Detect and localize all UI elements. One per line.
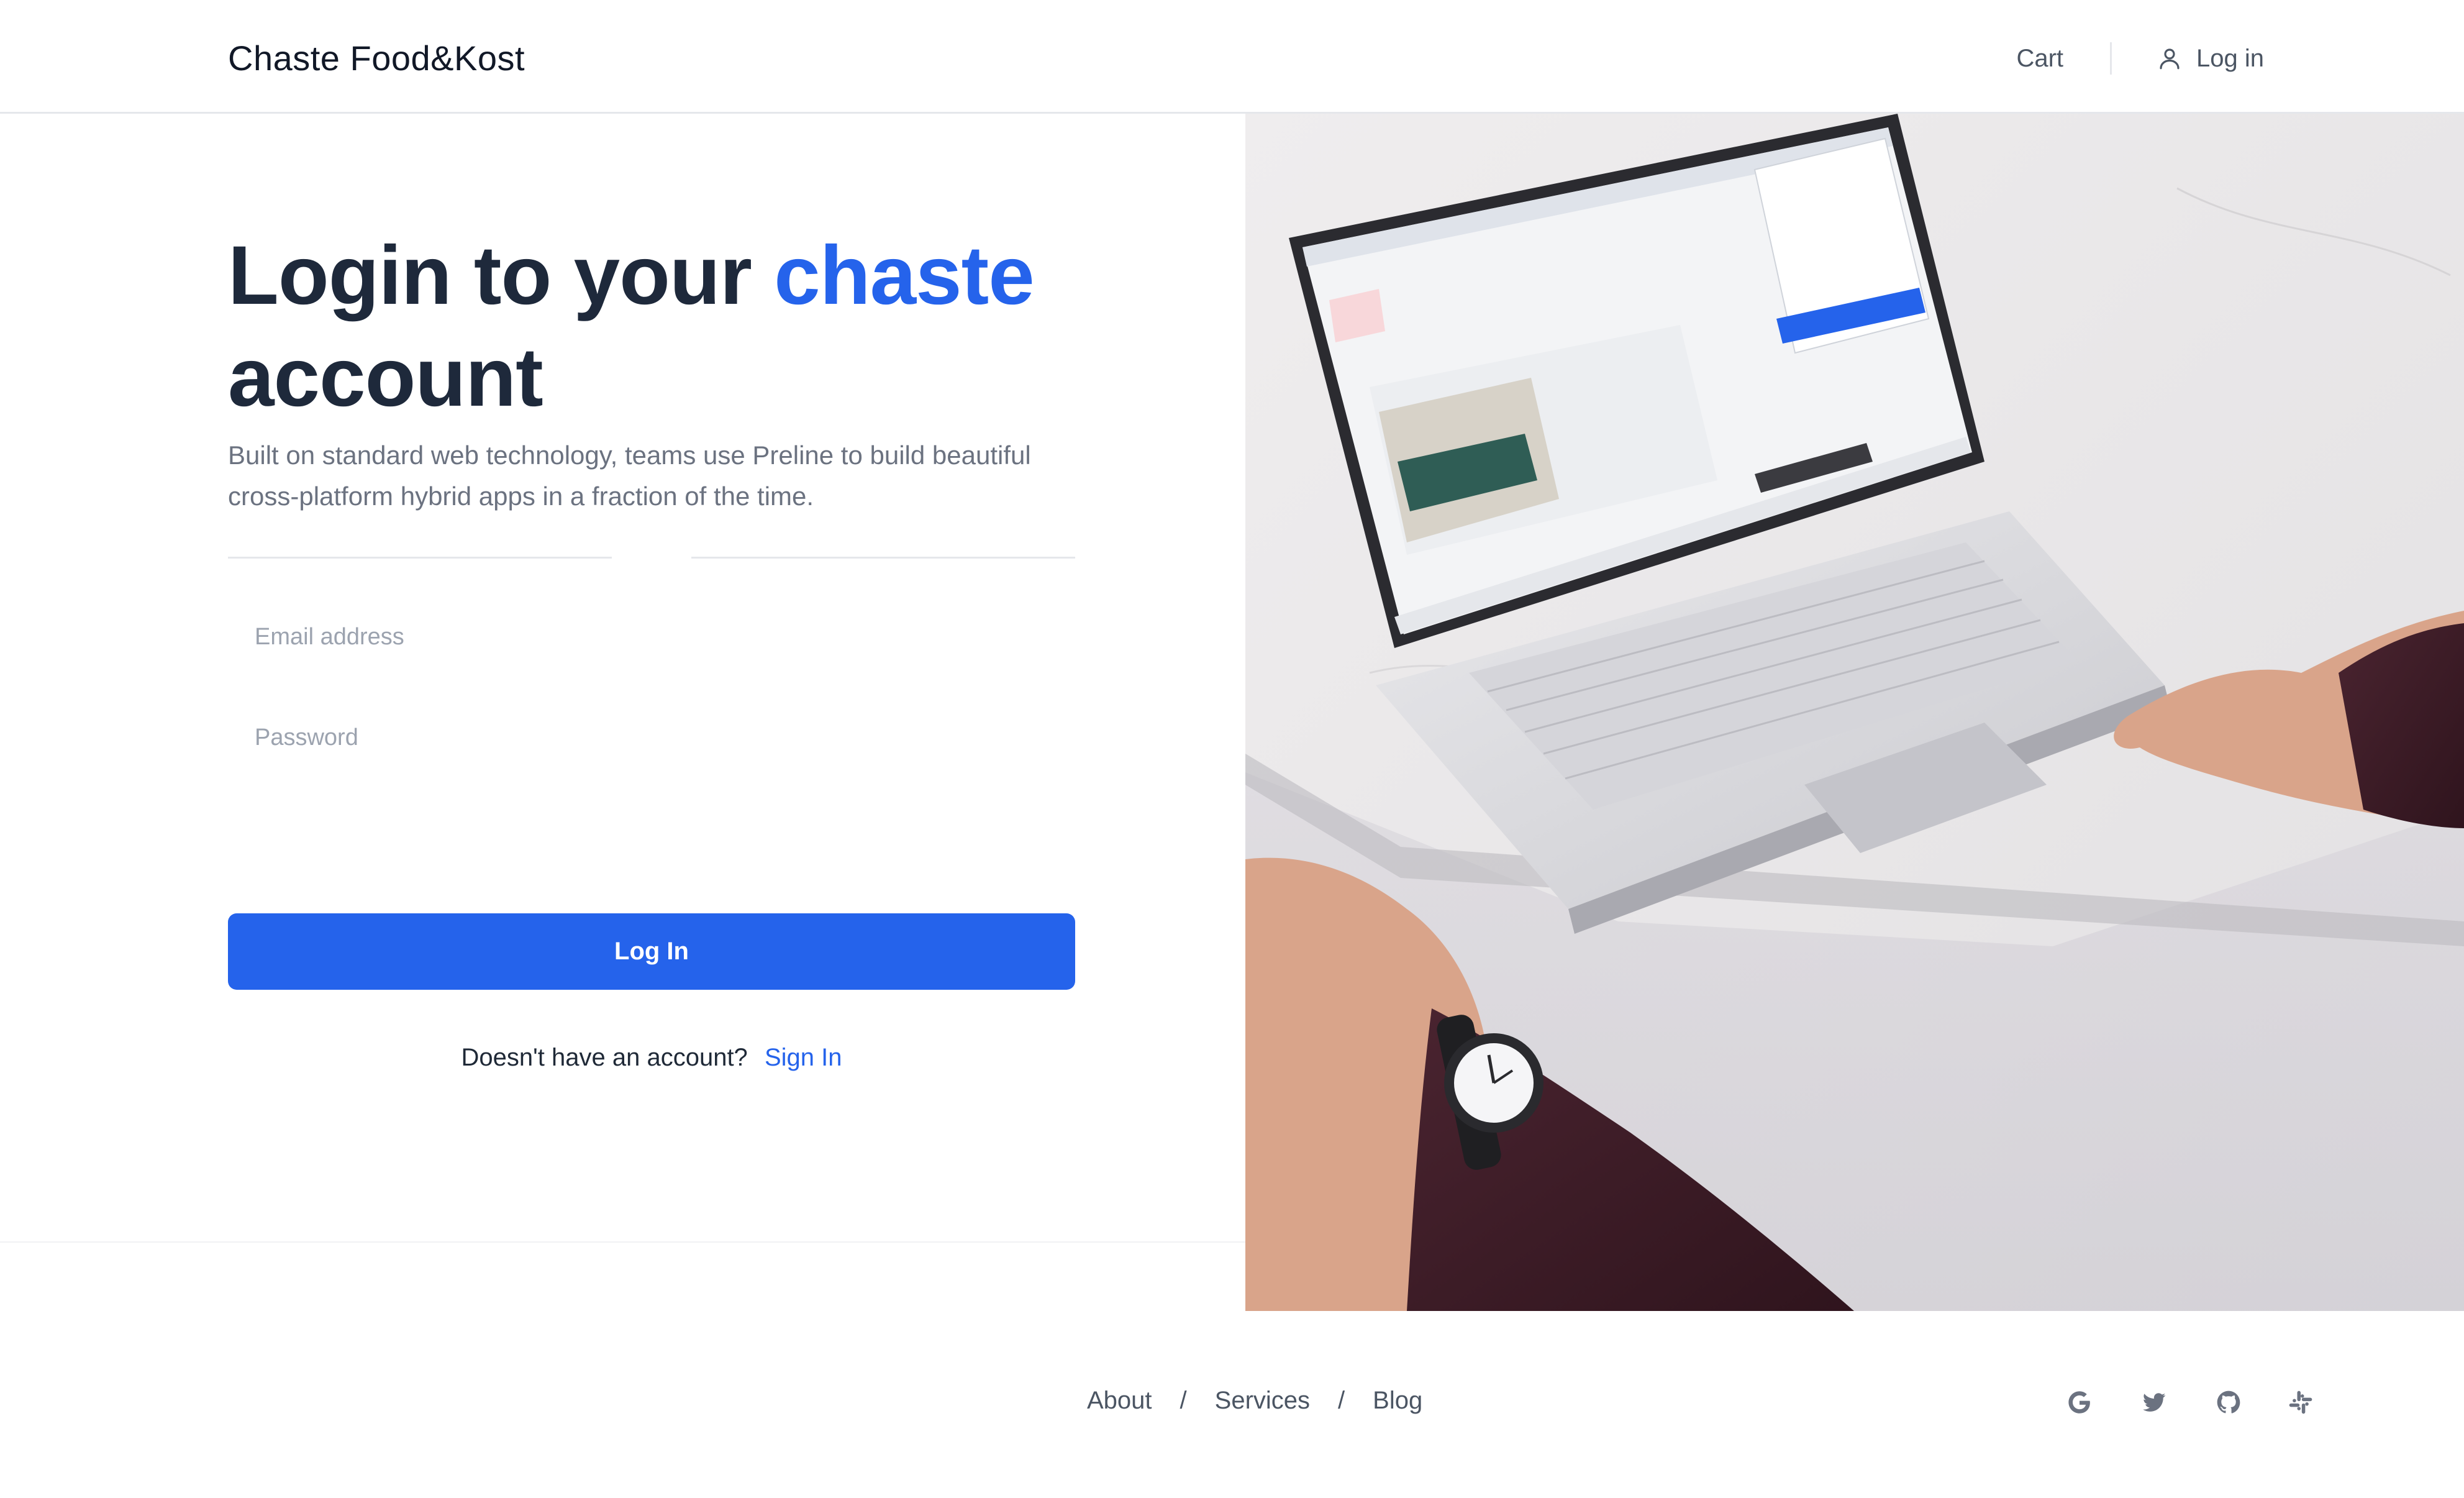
slack-icon — [2289, 1391, 2312, 1414]
signup-prompt-text: Doesn't have an account? — [461, 1044, 748, 1071]
footer-separator-2: / — [1338, 1387, 1345, 1414]
twitter-social-link[interactable] — [2139, 1387, 2169, 1417]
nav-divider — [2110, 42, 2112, 75]
title-part-1: Login to your — [228, 229, 752, 322]
twitter-icon — [2143, 1393, 2166, 1412]
nav-cart-link[interactable]: Cart — [2016, 45, 2063, 73]
slack-social-link[interactable] — [2286, 1387, 2316, 1417]
title-accent: chaste — [774, 229, 1035, 322]
google-icon — [2068, 1391, 2090, 1414]
footer-link-about[interactable]: About — [1087, 1387, 1152, 1415]
page-subtitle: Built on standard web technology, teams … — [228, 441, 1031, 511]
footer-links: About / Services / Blog — [1087, 1387, 1422, 1415]
login-button[interactable]: Log In — [228, 913, 1075, 990]
page-title: Login to your chaste account — [228, 225, 1160, 429]
footer-link-blog[interactable]: Blog — [1373, 1387, 1422, 1415]
github-icon — [2217, 1391, 2240, 1414]
form-divider — [228, 557, 1075, 591]
signup-link[interactable]: Sign In — [765, 1044, 842, 1071]
nav-login-label: Log in — [2196, 44, 2264, 72]
google-social-link[interactable] — [2065, 1387, 2094, 1417]
laptop-scene-illustration — [1245, 114, 2464, 1311]
nav-login-link[interactable]: Log in — [2157, 45, 2264, 73]
user-icon — [2160, 48, 2180, 70]
title-part-2: account — [228, 331, 543, 424]
top-navbar: Chaste Food&Kost Cart Log in — [0, 0, 2464, 114]
footer-link-services[interactable]: Services — [1215, 1387, 1310, 1415]
footer-separator — [0, 1241, 1245, 1243]
password-field[interactable] — [228, 700, 1075, 775]
top-nav: Cart Log in — [2016, 34, 2264, 83]
email-field[interactable] — [228, 600, 1075, 674]
hero-photo — [1245, 114, 2464, 1311]
brand-logo[interactable]: Chaste Food&Kost — [228, 36, 525, 81]
footer-separator-1: / — [1180, 1387, 1187, 1414]
github-social-link[interactable] — [2214, 1387, 2244, 1417]
divider-left — [228, 557, 612, 559]
signup-prompt-row: Doesn't have an account? Sign In — [228, 1044, 1075, 1072]
divider-right — [691, 557, 1075, 559]
